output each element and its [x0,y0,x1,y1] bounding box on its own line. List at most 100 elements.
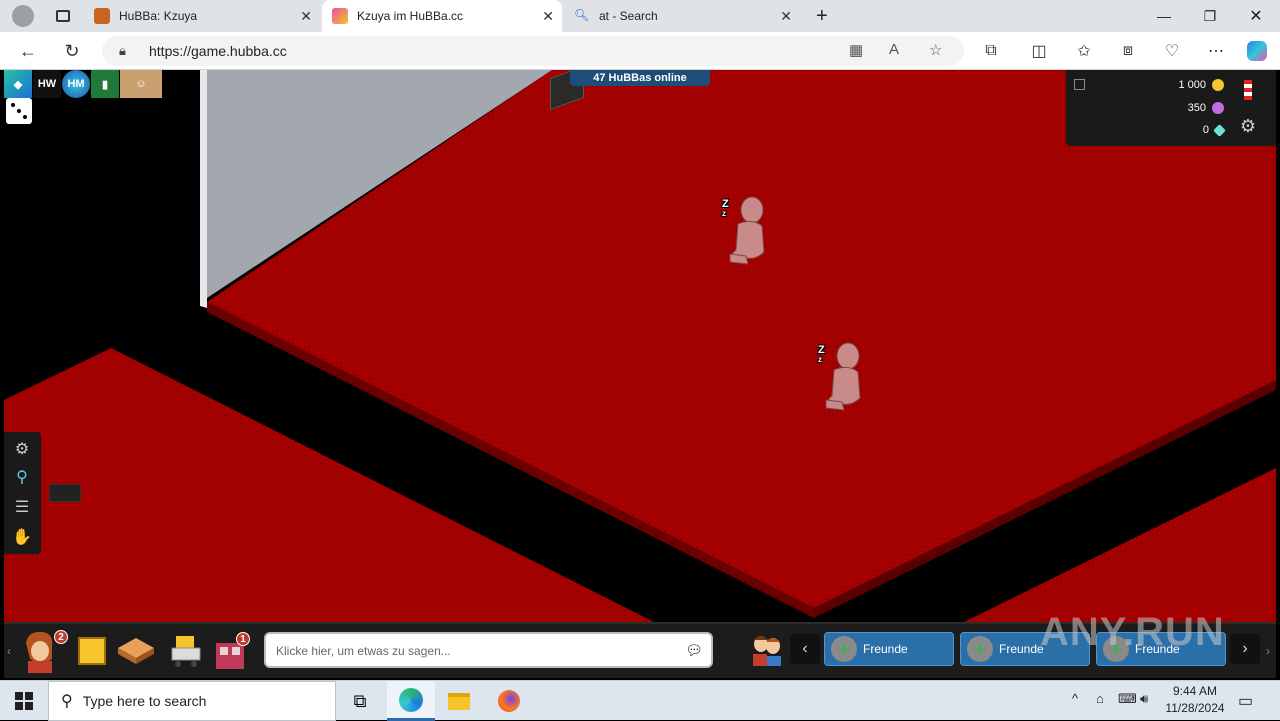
watermark: ANY.RUN [1040,610,1225,654]
chat-input[interactable] [276,642,666,660]
extensions-icon[interactable]: ⧉ [979,40,1003,62]
profile-icon [12,5,34,27]
lighthouse-icon[interactable] [1236,78,1260,102]
credits-row: 1 000 [1178,79,1224,91]
hw-logo-icon[interactable]: HW [33,70,61,98]
edge-taskbar-button[interactable] [387,681,435,721]
collections-icon[interactable]: ⧈ [1116,40,1140,62]
close-window-button[interactable]: ✕ [1233,0,1279,32]
more-options-icon[interactable]: ⋯ [1204,40,1228,62]
room-settings-icon[interactable]: ⚙ [11,438,33,460]
toolbar-collapse-icon[interactable]: ‹ [7,644,11,658]
catalog-button[interactable]: 1 [210,628,254,674]
copilot-icon[interactable] [1245,40,1269,62]
tab-actions-button[interactable] [46,0,74,32]
read-aloud-icon[interactable]: A [889,41,899,58]
tab-actions-icon [56,10,70,22]
gem-logo-icon[interactable]: ◆ [4,70,32,98]
chat-bubble [49,484,81,502]
avatar-sleeping-2[interactable] [822,340,864,412]
clock[interactable]: 9:44 AM 11/28/2024 [1160,683,1230,717]
split-screen-icon[interactable]: ◫ [1027,40,1051,62]
hubba-favicon-icon [94,8,110,24]
add-friend-icon: + [967,636,993,662]
book-icon[interactable]: ▮ [91,70,119,98]
tab-search[interactable]: 🔍︎ at - Search ✕ [564,0,800,32]
friends-list-button[interactable] [750,632,784,668]
dice-icon[interactable] [6,98,32,124]
purse-checkbox[interactable] [1074,79,1085,90]
back-button[interactable]: ← [14,38,42,64]
diamonds-row: 0 [1203,123,1226,137]
my-avatar-button[interactable]: 2 [18,628,68,674]
friend-slot-1[interactable]: + Freunde [824,632,954,666]
network-icon[interactable]: ⌨ [1118,691,1137,707]
tab-kzuya-im-hubba[interactable]: Kzuya im HuBBa.cc ✕ [322,0,562,32]
start-button[interactable] [0,681,48,721]
task-view-button[interactable]: ⧉ [336,681,384,721]
friends-next-button[interactable]: › [1230,634,1260,664]
show-hidden-icons[interactable]: ^ [1072,691,1078,706]
like-room-hand-icon[interactable]: ✋ [11,526,33,548]
favorite-star-icon[interactable]: ☆ [929,41,942,59]
add-friend-icon: + [831,636,857,662]
url-text: https://game.hubba.cc [149,43,287,59]
room-tools-panel: ⚙ ⚲ ☰ ✋ [4,432,41,554]
game-viewport[interactable]: ◆ HW HM ▮ ☺ 47 HuBBas online 1 000 350 0… [4,70,1276,678]
firefox-button[interactable] [485,681,533,721]
browser-essentials-icon[interactable]: ♡ [1160,40,1184,62]
device-icon[interactable]: ⌂ [1096,691,1104,706]
restore-button[interactable]: ❐ [1187,0,1233,32]
rooms-icon [118,638,154,664]
avatar-notification-badge: 2 [54,630,68,644]
close-tab-icon[interactable]: ✕ [542,8,554,25]
chevron-left-icon: ‹ [802,640,808,657]
shopping-cart-icon [171,636,201,667]
refresh-icon: ↻ [64,40,80,61]
room-info-pin-icon[interactable]: ⚲ [11,466,33,488]
edge-icon [399,687,423,712]
chat-history-icon[interactable]: ☰ [11,496,33,518]
close-tab-icon[interactable]: ✕ [300,8,312,25]
duckets-row: 350 [1188,102,1224,114]
settings-gear-icon[interactable]: ⚙ [1236,114,1260,138]
tab-hubba-kzuya[interactable]: HuBBa: Kzuya ✕ [84,0,320,32]
notifications-icon[interactable]: ▭ [1238,691,1253,711]
hotel-navigator-button[interactable] [70,628,114,674]
close-tab-icon[interactable]: ✕ [780,8,792,25]
toolbar-expand-icon[interactable]: › [1266,644,1270,658]
hotel-icon [78,637,106,665]
plus-icon: + [816,4,828,27]
hubba-favicon-icon [332,8,348,24]
duckets-icon [1212,102,1224,114]
room-avatar-icon[interactable]: ☺ [120,70,162,98]
friends-prev-button[interactable]: ‹ [790,634,820,664]
url-field[interactable]: 🔒︎ https://game.hubba.cc ▦ A ☆ [102,36,964,66]
shop-cart-button[interactable] [164,628,208,674]
volume-icon[interactable]: 🔊︎ [1140,691,1148,707]
task-view-icon: ⧉ [353,690,367,711]
tab-label: at - Search [599,9,658,23]
hm-logo-icon[interactable]: HM [62,70,90,98]
rooms-button[interactable] [114,628,158,674]
search-icon: ⚲ [61,693,73,710]
refresh-button[interactable]: ↻ [58,38,86,64]
hotel-logos: ◆ HW HM ▮ ☺ [4,70,164,98]
firefox-icon [498,690,520,712]
minimize-button[interactable]: — [1141,0,1187,32]
taskbar-search[interactable]: ⚲ Type here to search [48,681,336,721]
file-explorer-button[interactable] [435,681,483,721]
profile-button[interactable] [0,0,44,32]
chat-style-icon[interactable]: 💬︎ [683,640,705,660]
chat-input-box[interactable]: 💬︎ [264,632,713,668]
lock-icon: 🔒︎ [119,43,126,58]
windows-taskbar: ⚲ Type here to search ⧉ ^ ⌂ ⌨ 🔊︎ 9:44 AM… [0,680,1280,721]
room-canvas [4,70,1276,622]
back-arrow-icon: ← [19,40,37,61]
favorites-icon[interactable]: ✩ [1072,40,1096,62]
wall-edge [200,70,207,308]
new-tab-button[interactable]: + [806,0,832,32]
app-available-icon[interactable]: ▦ [849,41,863,59]
friends-icon [753,636,781,666]
avatar-sleeping-1[interactable] [726,194,768,266]
